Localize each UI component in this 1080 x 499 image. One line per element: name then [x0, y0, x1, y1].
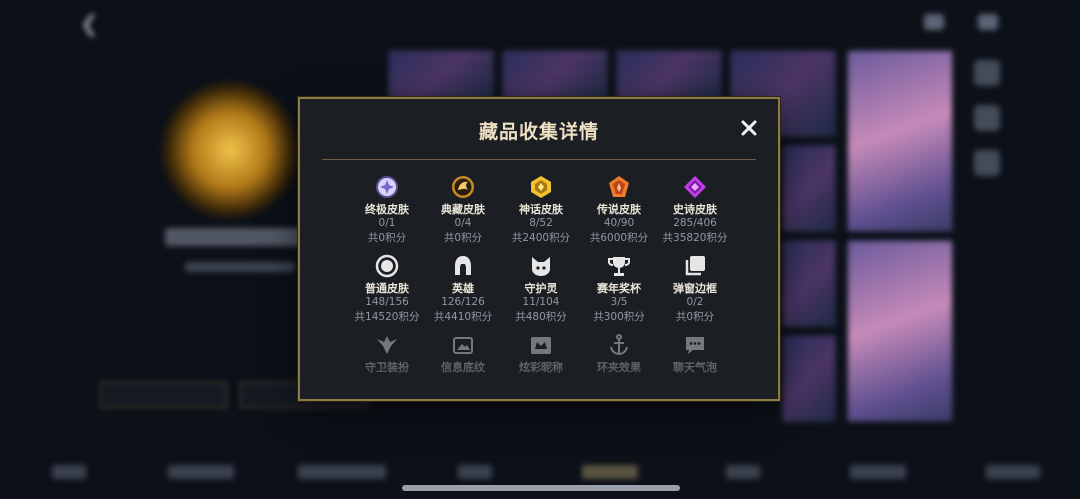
collector-skin-icon	[452, 176, 474, 198]
side-icon[interactable]	[974, 60, 1000, 86]
skin-card-large[interactable]	[847, 240, 953, 422]
colorful-nickname-icon	[531, 337, 551, 354]
anchor-effect-icon	[610, 334, 628, 356]
trophy-icon	[608, 257, 630, 276]
collection-item-ultimate-skin[interactable]: 终极皮肤 0/1 共0积分	[347, 175, 427, 246]
mythic-skin-icon	[531, 176, 551, 198]
modal-title: 藏品收集详情	[478, 121, 599, 143]
collection-item-hero[interactable]: 英雄 126/126 共4410积分	[423, 254, 503, 325]
collection-details-modal: 藏品收集详情 终极皮肤 0/1 共0积分 典藏皮肤 0/4 共0积分 神话皮肤 …	[298, 97, 780, 401]
collection-item-anchor-effect[interactable]: 环夹效果	[579, 333, 659, 374]
collection-item-ward-skin[interactable]: 守卫装扮	[347, 333, 427, 374]
collection-item-season-trophy[interactable]: 赛年奖杯 3/5 共300积分	[579, 254, 659, 325]
profile-emblem	[160, 80, 300, 220]
bottom-tab-active[interactable]	[582, 465, 638, 479]
back-arrow-icon[interactable]: ❮	[80, 12, 98, 37]
home-indicator[interactable]	[402, 485, 680, 491]
side-icon[interactable]	[974, 150, 1000, 176]
ultimate-skin-icon	[376, 176, 398, 198]
collection-item-legendary-skin[interactable]: 传说皮肤 40/90 共6000积分	[579, 175, 659, 246]
collection-item-epic-skin[interactable]: 史诗皮肤 285/406 共35820积分	[655, 175, 735, 246]
skin-card[interactable]	[616, 50, 722, 100]
collection-item-guardian[interactable]: 守护灵 11/104 共480积分	[501, 254, 581, 325]
legendary-skin-icon	[609, 176, 629, 197]
background-button-1[interactable]	[100, 382, 227, 408]
skin-card[interactable]	[782, 335, 836, 422]
collection-item-chat-bubble[interactable]: 聊天气泡	[655, 333, 735, 374]
skin-card[interactable]	[502, 50, 608, 100]
bottom-tab[interactable]	[298, 465, 386, 479]
collection-item-popup-frame[interactable]: 弹窗边框 0/2 共0积分	[655, 254, 735, 325]
side-icon[interactable]	[974, 105, 1000, 131]
collection-item-collector-skin[interactable]: 典藏皮肤 0/4 共0积分	[423, 175, 503, 246]
mail-icon[interactable]	[924, 14, 944, 30]
close-button[interactable]	[738, 117, 760, 139]
bottom-tab[interactable]	[458, 465, 492, 479]
normal-skin-icon	[375, 254, 399, 278]
bottom-tab[interactable]	[726, 465, 760, 479]
popup-frame-icon	[685, 256, 705, 276]
background-player-sub	[185, 262, 295, 272]
skin-card[interactable]	[782, 240, 836, 327]
collection-item-colorful-nickname[interactable]: 炫彩昵称	[501, 333, 581, 374]
bottom-tab[interactable]	[52, 465, 86, 479]
skin-card[interactable]	[782, 145, 836, 232]
title-divider	[322, 159, 756, 160]
chat-bubble-icon	[686, 337, 704, 354]
epic-skin-icon	[684, 176, 706, 198]
bottom-tab[interactable]	[986, 465, 1040, 479]
background-player-name	[165, 228, 305, 246]
guardian-spirit-icon	[532, 257, 550, 276]
collection-item-info-background[interactable]: 信息底纹	[423, 333, 503, 374]
collection-item-mythic-skin[interactable]: 神话皮肤 8/52 共2400积分	[501, 175, 581, 246]
skin-card[interactable]	[388, 50, 494, 100]
exit-icon[interactable]	[978, 14, 998, 30]
bottom-tab[interactable]	[168, 465, 234, 479]
ward-skin-icon	[377, 336, 397, 354]
collection-item-normal-skin[interactable]: 普通皮肤 148/156 共14520积分	[347, 254, 427, 325]
hero-helmet-icon	[455, 256, 471, 275]
close-icon[interactable]	[738, 117, 760, 139]
skin-card-large[interactable]	[847, 50, 953, 232]
bottom-tab[interactable]	[850, 465, 906, 479]
info-background-icon	[453, 337, 473, 354]
